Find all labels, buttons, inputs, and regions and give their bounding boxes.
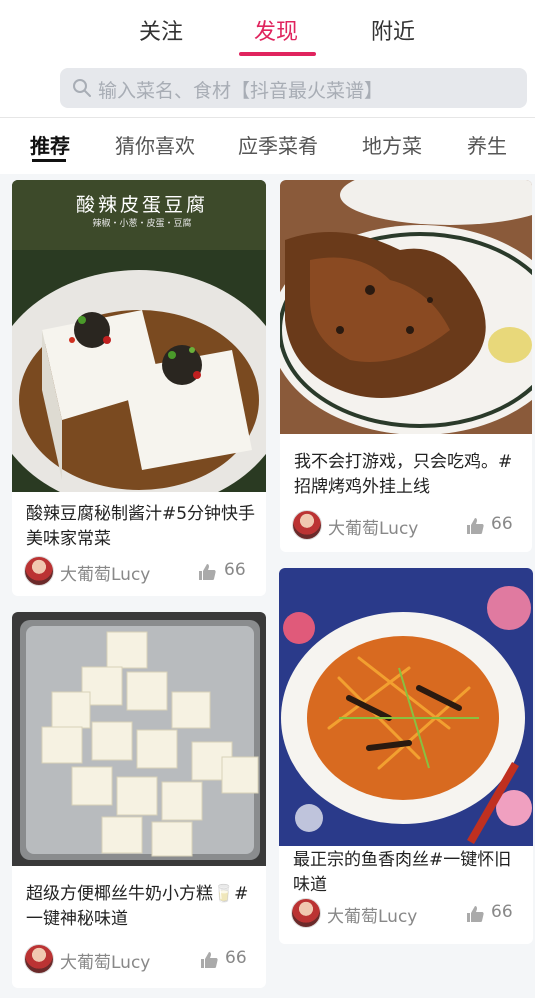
- top-tabs: 关注 发现 附近: [0, 14, 535, 56]
- tab-nearby[interactable]: 附近: [371, 14, 415, 46]
- recipe-title: 我不会打游戏，只会吃鸡。#招牌烤鸡外挂上线: [294, 452, 513, 497]
- roast-chicken-photo: [280, 180, 532, 434]
- recipe-card[interactable]: 超级方便椰丝牛奶小方糕🥛#一键神秘味道 大葡萄Lucy 66: [12, 612, 266, 988]
- category-recommend[interactable]: 推荐: [30, 130, 70, 159]
- search-icon: [73, 79, 91, 97]
- search-placeholder: 输入菜名、食材【抖音最火菜谱】: [98, 80, 384, 102]
- avatar[interactable]: [24, 944, 54, 974]
- recipe-card[interactable]: 酸辣皮蛋豆腐 辣椒・小葱・皮蛋・豆腐 酸辣豆腐秘制酱汁#5分钟快手美味家常菜 大…: [12, 180, 266, 596]
- like-count: 66: [491, 514, 513, 534]
- milk-cake-photo: [12, 612, 266, 866]
- image-caption-title: 酸辣皮蛋豆腐: [75, 194, 208, 216]
- category-indicator: [32, 159, 66, 162]
- recipe-card[interactable]: 我不会打游戏，只会吃鸡。#招牌烤鸡外挂上线 大葡萄Lucy 66: [280, 180, 532, 552]
- author-name[interactable]: 大葡萄Lucy: [60, 948, 150, 973]
- recipe-title: 超级方便椰丝牛奶小方糕🥛#一键神秘味道: [26, 884, 249, 929]
- tab-discover[interactable]: 发现: [254, 14, 298, 46]
- yuxiang-pork-photo: [279, 568, 533, 846]
- avatar[interactable]: [292, 510, 322, 540]
- like-count: 66: [491, 902, 513, 922]
- like-count: 66: [224, 560, 246, 580]
- recipe-card[interactable]: 最正宗的鱼香肉丝#一键怀旧味道 大葡萄Lucy 66: [279, 568, 533, 944]
- author-name[interactable]: 大葡萄Lucy: [328, 514, 418, 539]
- top-bar: 关注 发现 附近 输入菜名、食材【抖音最火菜谱】: [0, 0, 535, 118]
- category-seasonal[interactable]: 应季菜肴: [238, 130, 318, 159]
- category-regional[interactable]: 地方菜: [362, 130, 422, 159]
- author-name[interactable]: 大葡萄Lucy: [327, 902, 417, 927]
- like-count: 66: [225, 948, 247, 968]
- avatar[interactable]: [24, 556, 54, 586]
- thumbs-up-icon[interactable]: [466, 905, 484, 923]
- category-bar: 推荐 猜你喜欢 应季菜肴 地方菜 养生: [0, 118, 535, 174]
- recipe-title: 最正宗的鱼香肉丝#一键怀旧味道: [293, 850, 512, 895]
- image-caption-subtitle: 辣椒・小葱・皮蛋・豆腐: [92, 219, 192, 229]
- category-guess-you-like[interactable]: 猜你喜欢: [115, 130, 195, 159]
- avatar[interactable]: [291, 898, 321, 928]
- thumbs-up-icon[interactable]: [466, 517, 484, 535]
- recipe-title: 酸辣豆腐秘制酱汁#5分钟快手美味家常菜: [26, 504, 256, 549]
- author-name[interactable]: 大葡萄Lucy: [60, 560, 150, 585]
- search-input[interactable]: 输入菜名、食材【抖音最火菜谱】: [60, 68, 527, 108]
- thumbs-up-icon[interactable]: [198, 563, 216, 581]
- tab-following[interactable]: 关注: [139, 14, 183, 46]
- thumbs-up-icon[interactable]: [200, 951, 218, 969]
- active-tab-indicator: [239, 52, 316, 56]
- category-health[interactable]: 养生: [467, 130, 507, 159]
